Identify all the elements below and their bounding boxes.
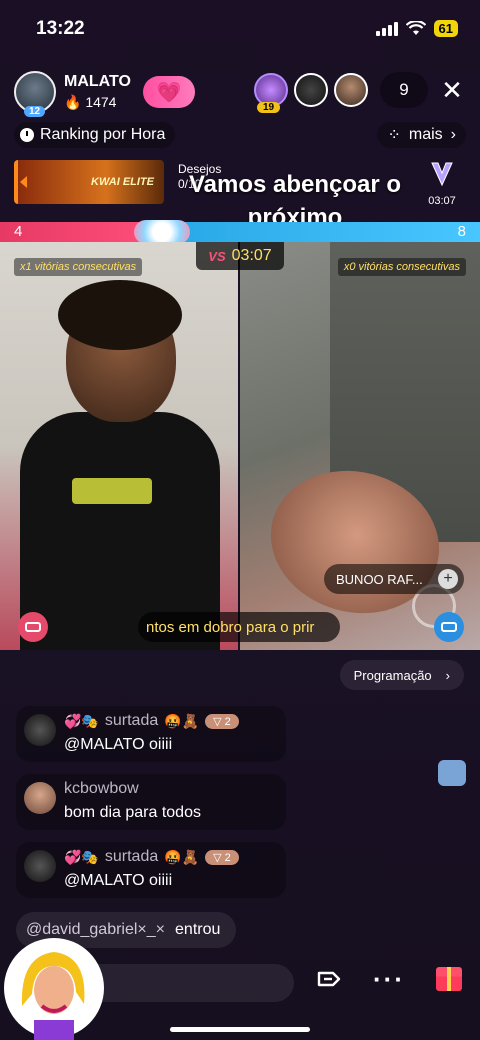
sofa-icon [25,622,41,632]
schedule-button[interactable]: Programação › [339,660,464,690]
signal-icon [375,21,398,36]
chat-message[interactable]: kcbowbow bom dia para todos [16,774,286,830]
banner-text: KWAI ELITE [91,176,154,188]
share-icon[interactable] [312,962,346,996]
status-icons: 61 [375,20,458,37]
host-likes-count: 1474 [85,94,117,110]
host-avatar[interactable]: 12 [14,71,56,117]
host-hair [58,280,182,350]
wifi-icon [405,21,426,35]
schedule-label: Programação [353,667,432,683]
chat-username[interactable]: surtada [105,848,158,866]
pk-bar-right [160,222,480,242]
kwai-elite-banner[interactable]: KWAI ELITE [14,160,164,204]
more-label: mais [408,126,443,143]
status-bar: 13:22 61 [0,0,480,58]
chat-avatar[interactable] [24,782,56,814]
entered-text: entrou [175,921,221,938]
pk-video-area: x1 vitórias consecutivas x0 vitórias con… [0,242,480,650]
level-pill: ▽ 2 [205,849,239,865]
host-video[interactable] [0,242,238,650]
viewer-avatar[interactable] [294,73,328,107]
level-pill: ▽ 2 [205,713,239,729]
like-thumbs-icon[interactable] [438,760,466,786]
battery-indicator: 61 [433,20,458,37]
sofa-left-button[interactable] [18,612,48,642]
status-time: 13:22 [36,18,85,39]
guest-name: BUNOO RAF... [336,571,423,587]
cartoon-sticker-icon[interactable] [2,936,106,1040]
pk-score-left: 4 [14,223,23,240]
chevron-right-icon: › [450,126,456,143]
event-timer[interactable]: 03:07 [420,160,464,207]
more-options-icon[interactable]: ··· [372,962,406,996]
chat-avatar[interactable] [24,850,56,882]
gift-icon [436,967,462,991]
sofa-right-button[interactable] [434,612,464,642]
chat-username[interactable]: surtada [105,712,158,730]
chat-user-row: 💞🎭 surtada 🤬🧸 ▽ 2 [64,848,276,866]
badge-icons: 💞🎭 [64,712,99,729]
host-name: MALATO [64,73,131,90]
grid-icon: ⁘ [387,127,401,144]
event-timer-text: 03:07 [428,195,456,207]
chat-message[interactable]: 💞🎭 surtada 🤬🧸 ▽ 2 @MALATO oiiii [16,842,286,898]
chat-username[interactable]: kcbowbow [64,780,139,798]
shirt-print [72,478,152,504]
pk-timer: VS 03:07 [196,242,284,270]
pk-score-bar: 4 8 [0,220,480,244]
pk-timer-text: 03:07 [231,247,272,264]
host-info[interactable]: 12 MALATO 🔥 1474 💗 [14,70,195,117]
chevron-right-icon: › [445,667,450,683]
clock-icon [20,128,34,142]
viewer-avatar[interactable] [334,73,368,107]
arrow-left-icon [20,176,27,188]
v-badge-icon [431,162,453,187]
close-icon[interactable]: ✕ [436,75,468,106]
viewer-list: 19 9 ✕ [248,72,468,113]
chat-user-row: kcbowbow [64,780,276,798]
chat-user-row: 💞🎭 surtada 🤬🧸 ▽ 2 [64,712,276,730]
chat-text: @MALATO oiiii [64,736,173,753]
add-icon[interactable]: + [438,569,458,589]
heart-icon: 💗 [156,81,182,104]
guest-chip[interactable]: BUNOO RAF... + [324,564,464,594]
badge-icons: 💞🎭 [64,848,99,865]
emoji-icons: 🤬🧸 [164,848,200,865]
streak-right: x0 vitórias consecutivas [337,258,466,276]
host-text: MALATO 🔥 1474 [64,73,131,111]
home-indicator[interactable] [170,1027,310,1032]
more-button[interactable]: ⁘ mais › [377,122,466,148]
streak-left: x1 vitórias consecutivas [14,258,143,276]
bottom-actions: ··· [312,962,466,996]
ranking-label: Ranking por Hora [40,126,166,143]
viewer-count-button[interactable]: 9 [380,72,428,108]
chat-text: @MALATO oiiii [64,872,173,889]
host-level-badge: 12 [24,106,46,117]
chat-avatar[interactable] [24,714,56,746]
host-likes: 🔥 1474 [64,94,131,111]
pk-heart-icon [134,220,190,244]
vs-label: VS [208,248,226,264]
viewer-avatar[interactable]: 19 [254,73,288,113]
pk-score-right: 8 [457,223,466,240]
sofa-icon [441,622,457,632]
ranking-button[interactable]: Ranking por Hora [14,122,176,148]
chat-message[interactable]: 💞🎭 surtada 🤬🧸 ▽ 2 @MALATO oiiii [16,706,286,762]
viewer-level-badge: 19 [257,102,281,113]
chat-text: bom dia para todos [64,804,201,821]
gift-button[interactable] [432,962,466,996]
emoji-icons: 🤬🧸 [164,712,200,729]
follow-heart-button[interactable]: 💗 [142,76,195,108]
flame-icon: 🔥 [64,94,82,110]
marquee-text: ntos em dobro para o prir [138,612,340,642]
